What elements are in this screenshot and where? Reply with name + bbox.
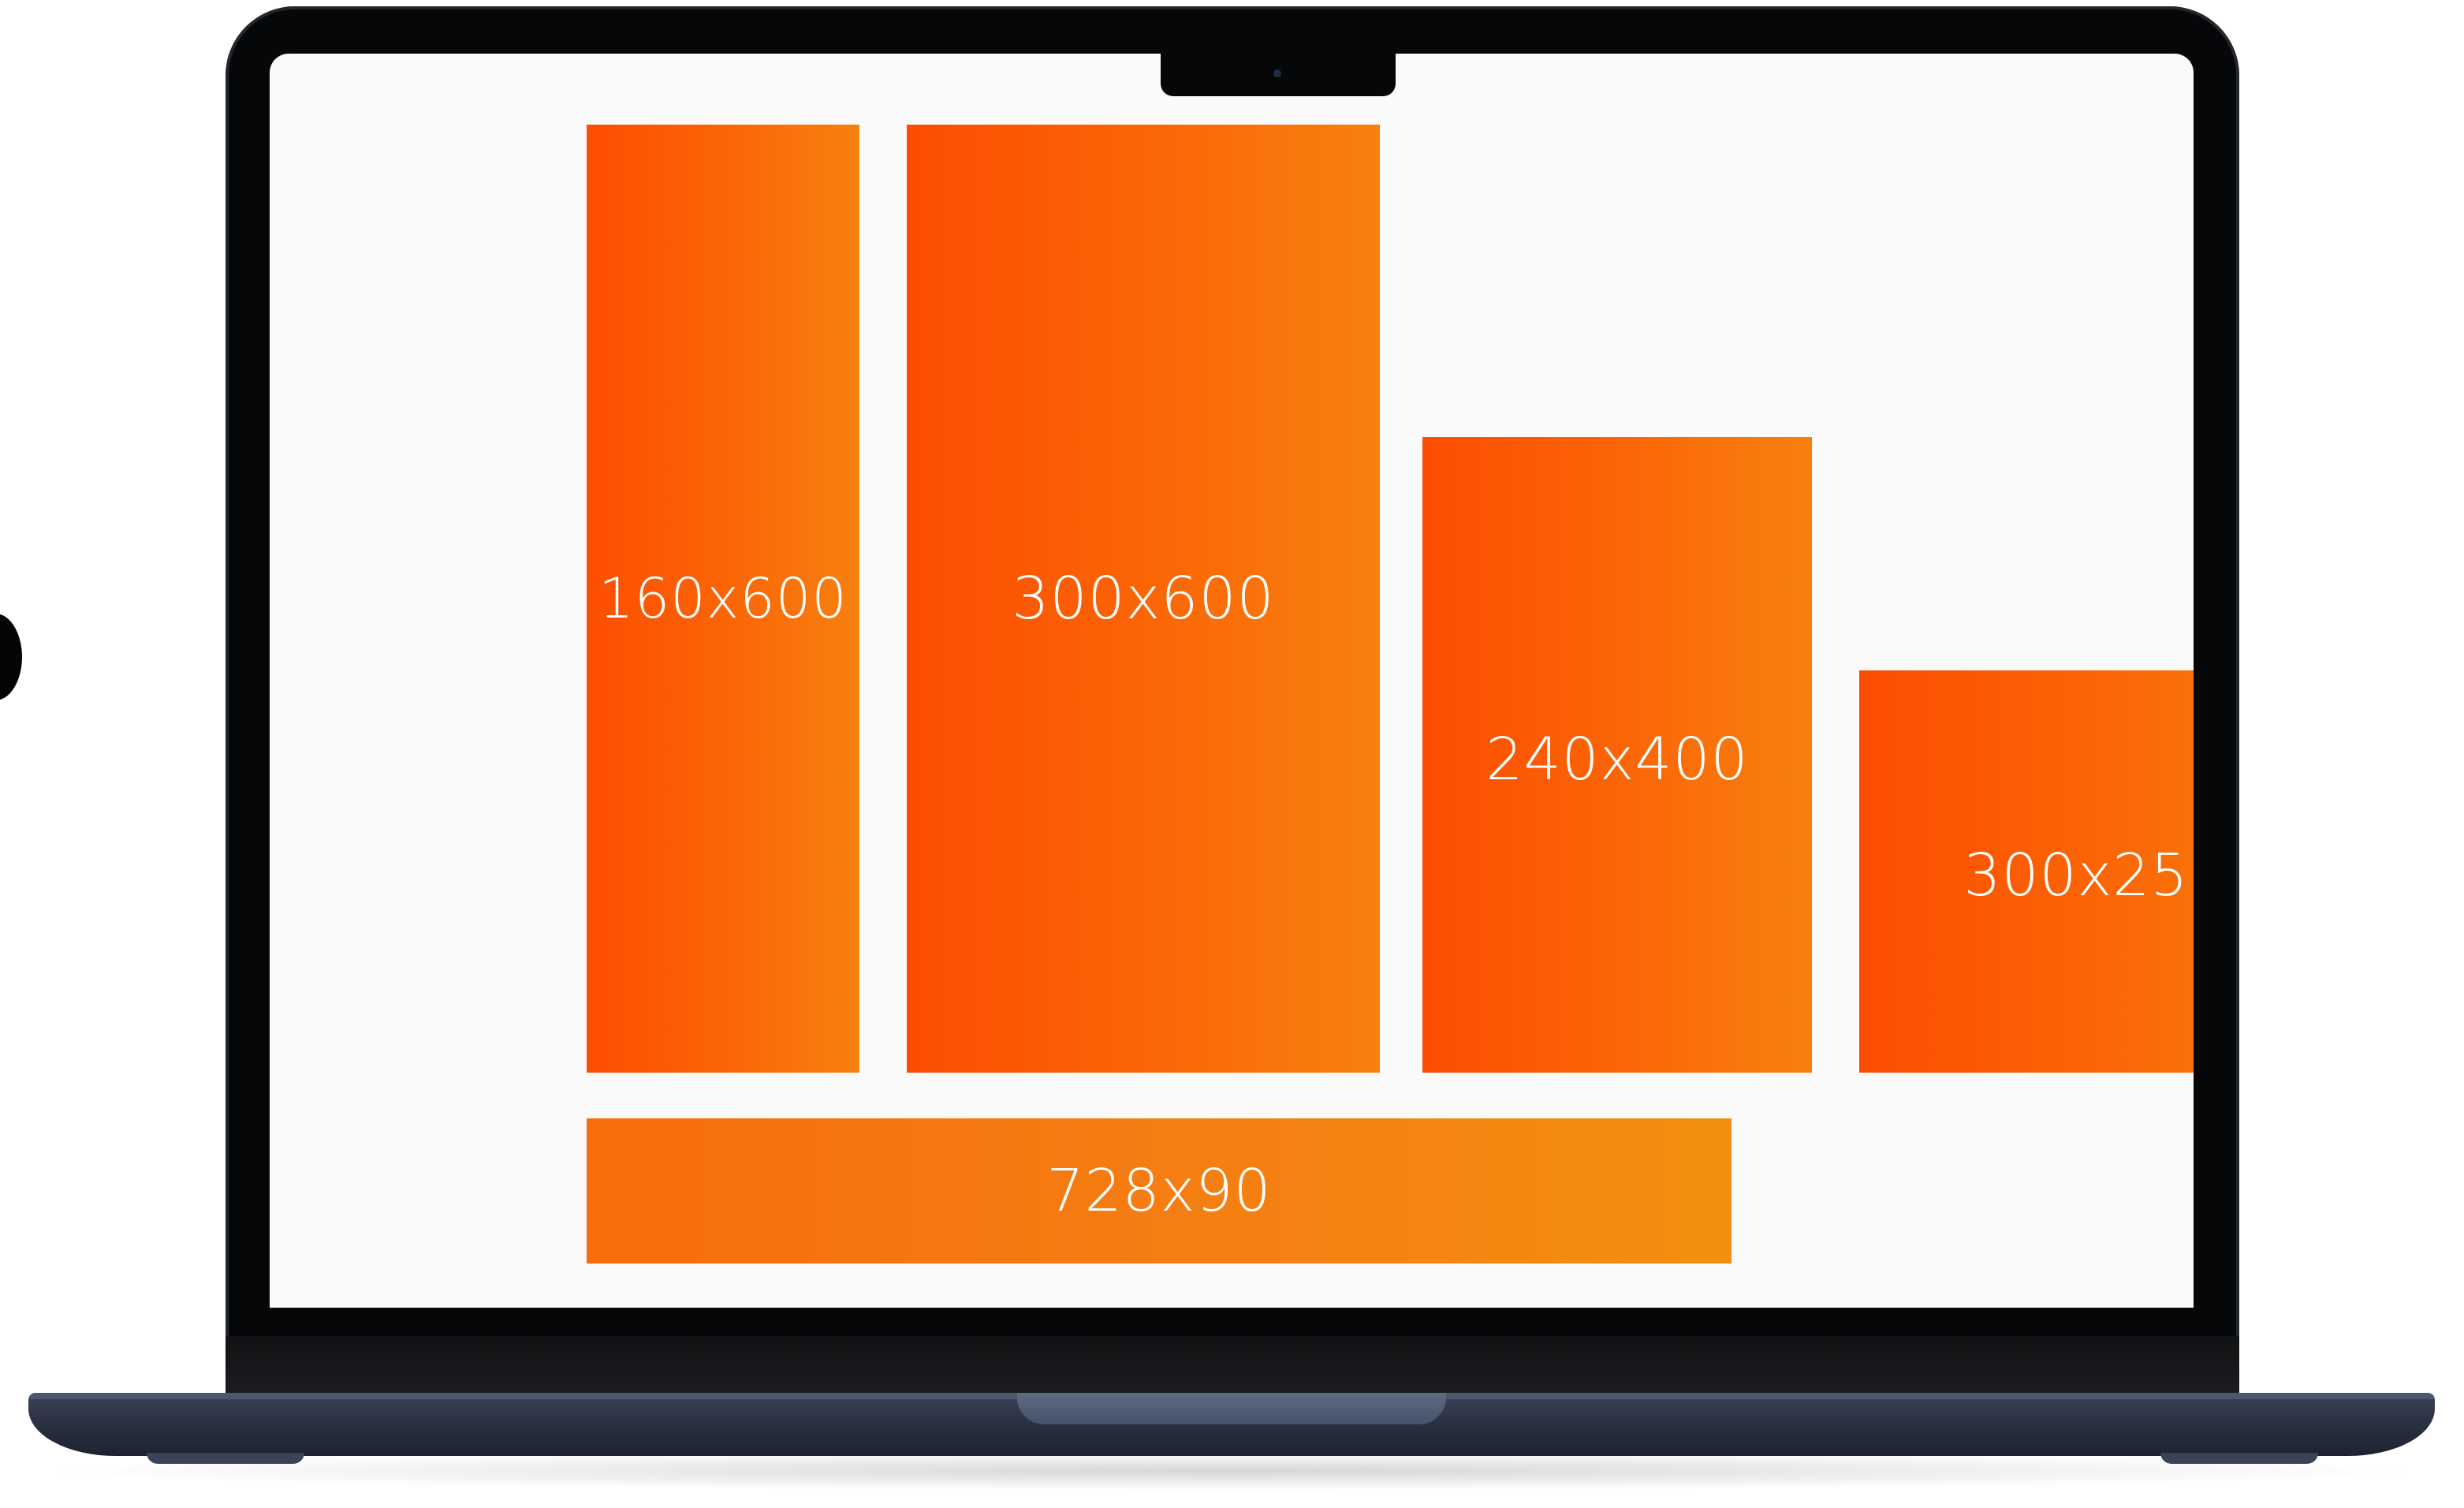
laptop-foot-right	[2160, 1453, 2318, 1464]
ad-sizes-showcase: 160x600 300x600 240x400 300x250 728x90	[0, 0, 2464, 1508]
ad-size-label: 240x400	[1485, 726, 1749, 793]
laptop-shadow	[32, 1451, 2432, 1491]
camera-notch	[1161, 54, 1396, 96]
laptop-bezel-chin	[226, 1336, 2239, 1396]
laptop-foot-left	[147, 1453, 304, 1464]
laptop-lid: 160x600 300x600 240x400 300x250 728x90	[226, 6, 2239, 1396]
ad-size-label: 300x600	[1012, 565, 1275, 633]
laptop-lid-opening-notch	[1017, 1393, 1446, 1424]
ad-banner-160x600: 160x600	[587, 125, 859, 1073]
ad-banner-300x250: 300x250	[1859, 670, 2194, 1073]
camera-icon	[1273, 69, 1281, 77]
laptop-screen: 160x600 300x600 240x400 300x250 728x90	[270, 54, 2194, 1308]
ad-banner-300x600: 300x600	[907, 125, 1380, 1073]
ad-size-label: 728x90	[1046, 1157, 1272, 1225]
side-dot-decoration	[0, 614, 22, 700]
ad-size-label: 160x600	[598, 566, 848, 631]
ad-banner-728x90: 728x90	[587, 1118, 1732, 1264]
ad-size-label: 300x250	[1963, 842, 2194, 909]
ad-banner-240x400: 240x400	[1422, 437, 1812, 1073]
